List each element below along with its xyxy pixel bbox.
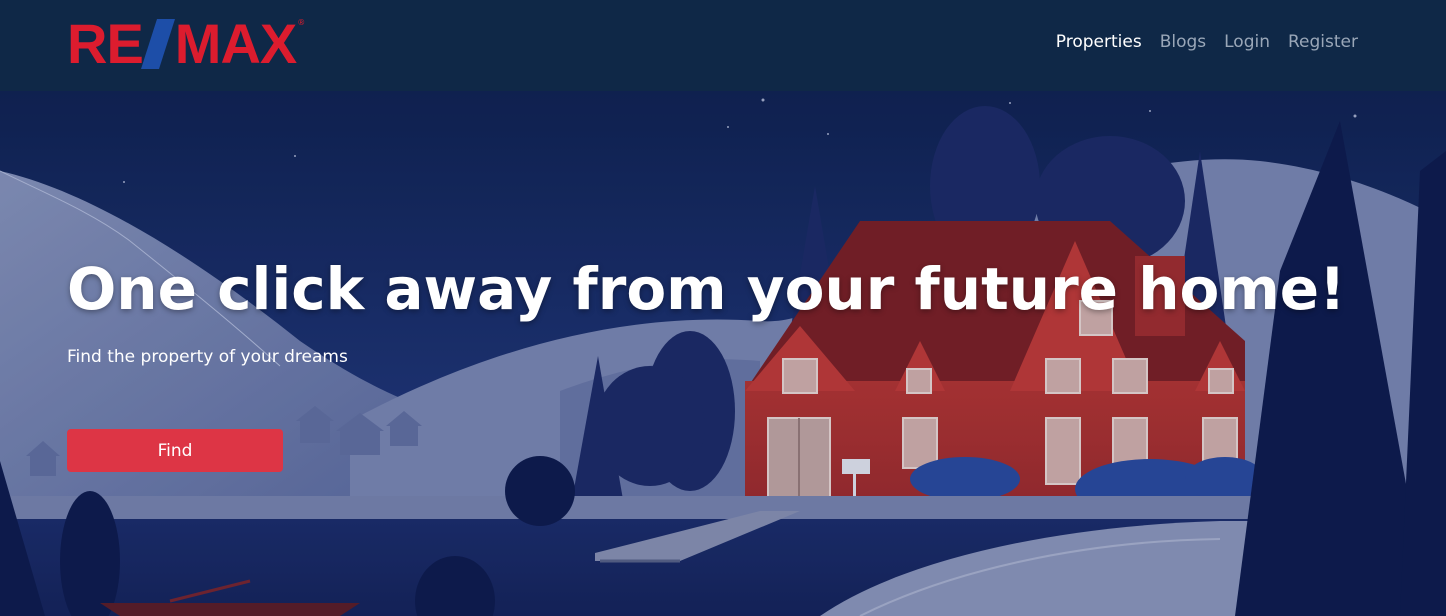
logo-max-text: MAX bbox=[174, 12, 297, 75]
hero-section: One click away from your future home! Fi… bbox=[0, 91, 1446, 616]
logo-slash-icon bbox=[140, 17, 177, 71]
main-nav: Properties Blogs Login Register bbox=[1056, 32, 1358, 52]
nav-link-login[interactable]: Login bbox=[1224, 32, 1270, 52]
nav-link-register[interactable]: Register bbox=[1288, 32, 1358, 52]
hero-headline: One click away from your future home! bbox=[67, 255, 1346, 323]
nav-link-blogs[interactable]: Blogs bbox=[1160, 32, 1206, 52]
hero-subheadline: Find the property of your dreams bbox=[67, 347, 348, 367]
find-button[interactable]: Find bbox=[67, 429, 283, 472]
nav-link-properties[interactable]: Properties bbox=[1056, 32, 1142, 52]
logo-re-text: RE bbox=[67, 12, 144, 75]
remax-logo[interactable]: RE MAX ® bbox=[67, 12, 305, 75]
registered-mark: ® bbox=[297, 18, 305, 27]
navbar: RE MAX ® Properties Blogs Login Register bbox=[0, 0, 1446, 91]
